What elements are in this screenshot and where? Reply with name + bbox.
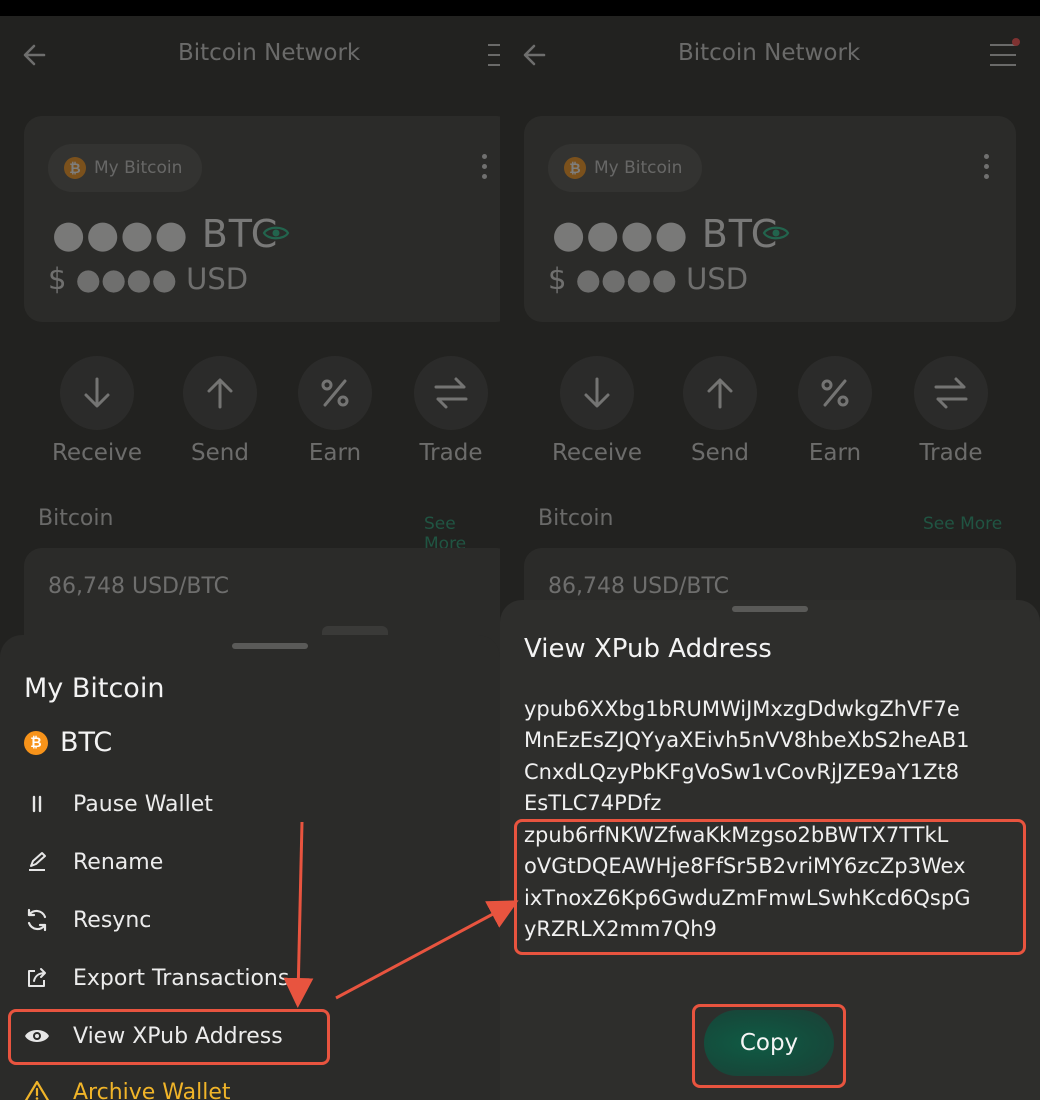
earn-button[interactable]: Earn: [285, 356, 385, 466]
wallet-card: ₿ My Bitcoin ●●●● BTC $ ●●●● USD: [24, 116, 500, 322]
ypub-line: EsTLC74PDfz: [524, 791, 662, 816]
sheet-title: My Bitcoin: [24, 673, 165, 704]
trade-button[interactable]: Trade: [401, 356, 500, 466]
export-icon: [24, 965, 50, 991]
ypub-line: CnxdLQzyPbKFgVoSw1vCovRjJZE9aY1Zt8: [524, 759, 960, 784]
bitcoin-coin-icon: ₿: [24, 730, 48, 755]
wallet-chip-label: My Bitcoin: [94, 158, 183, 178]
see-more-link[interactable]: See More: [923, 514, 1002, 534]
wallet-chip[interactable]: ₿ My Bitcoin: [548, 144, 703, 192]
copy-highlight-box: [692, 1004, 846, 1088]
ypub-line: MnEzEsZJQYyaXEivh5nVV8hbeXbS2heAB1: [524, 728, 970, 753]
pencil-icon: [24, 849, 50, 875]
more-options-icon[interactable]: [482, 154, 488, 184]
balance-btc: ●●●● BTC: [52, 212, 279, 256]
notification-dot: [1012, 38, 1020, 46]
swap-icon: [414, 356, 488, 430]
receive-label: Receive: [51, 440, 143, 466]
menu-item-export-transactions[interactable]: Export Transactions: [0, 953, 500, 1003]
hamburger-menu-icon[interactable]: [488, 44, 500, 68]
earn-label: Earn: [308, 440, 362, 466]
wallet-chip-label: My Bitcoin: [594, 158, 683, 178]
bitcoin-coin-icon: ₿: [564, 157, 586, 179]
pause-icon: [24, 791, 50, 817]
menu-item-archive-wallet[interactable]: Archive Wallet: [0, 1067, 500, 1100]
zpub-highlight-box: [514, 819, 1026, 955]
warning-icon: [24, 1079, 50, 1100]
show-balance-eye-icon[interactable]: [262, 224, 290, 246]
wallet-chip[interactable]: ₿ My Bitcoin: [48, 144, 203, 192]
sheet-drag-handle[interactable]: [232, 643, 308, 649]
more-options-icon[interactable]: [984, 154, 990, 184]
status-bar: [0, 0, 500, 16]
ypub-line: ypub6XXbg1bRUMWiJMxzgDdwkgZhVF7e: [524, 697, 960, 721]
section-title: Bitcoin: [538, 506, 614, 531]
arrow-up-icon: [183, 356, 257, 430]
btc-price: 86,748 USD/BTC: [548, 574, 729, 599]
menu-item-pause-wallet[interactable]: Pause Wallet: [0, 779, 500, 829]
receive-button[interactable]: Receive: [47, 356, 147, 466]
percent-icon: [298, 356, 372, 430]
swap-icon: [914, 356, 988, 430]
percent-icon: [798, 356, 872, 430]
section-title: Bitcoin: [38, 506, 114, 531]
sheet-drag-handle[interactable]: [732, 606, 808, 612]
menu-item-label: Pause Wallet: [73, 791, 213, 817]
sheet-coin-label: BTC: [60, 727, 113, 758]
btc-price: 86,748 USD/BTC: [48, 574, 229, 599]
arrow-up-icon: [683, 356, 757, 430]
sync-icon: [24, 907, 50, 933]
back-arrow-icon[interactable]: [520, 40, 550, 70]
receive-label: Receive: [551, 440, 643, 466]
bitcoin-coin-icon: ₿: [64, 157, 86, 179]
balance-usd: $ ●●●● USD: [548, 262, 749, 296]
send-button[interactable]: Send: [670, 356, 770, 466]
menu-item-label: Archive Wallet: [73, 1079, 231, 1100]
balance-btc: ●●●● BTC: [552, 212, 779, 256]
arrow-down-icon: [560, 356, 634, 430]
wallet-card: ₿ My Bitcoin ●●●● BTC $ ●●●● USD: [524, 116, 1016, 322]
menu-item-resync[interactable]: Resync: [0, 895, 500, 945]
trade-button[interactable]: Trade: [901, 356, 1001, 466]
trade-label: Trade: [419, 440, 483, 466]
left-screen: Bitcoin Network ₿ My Bitcoin ●●●● BTC $ …: [0, 0, 500, 1100]
receive-button[interactable]: Receive: [547, 356, 647, 466]
hamburger-menu-icon[interactable]: [990, 38, 1020, 68]
arrow-down-icon: [60, 356, 134, 430]
ypub-address: ypub6XXbg1bRUMWiJMxzgDdwkgZhVF7e MnEzEsZ…: [524, 694, 1024, 820]
send-button[interactable]: Send: [170, 356, 270, 466]
menu-item-rename[interactable]: Rename: [0, 837, 500, 887]
status-bar: [500, 0, 1040, 16]
menu-item-label: Rename: [73, 849, 164, 875]
view-xpub-highlight-box: [8, 1009, 330, 1065]
back-arrow-icon[interactable]: [20, 40, 50, 70]
earn-button[interactable]: Earn: [785, 356, 885, 466]
earn-label: Earn: [808, 440, 862, 466]
menu-item-label: Export Transactions: [73, 965, 290, 991]
balance-usd: $ ●●●● USD: [48, 262, 249, 296]
page-title: Bitcoin Network: [678, 40, 861, 66]
show-balance-eye-icon[interactable]: [762, 224, 790, 246]
trade-label: Trade: [919, 440, 983, 466]
send-label: Send: [691, 440, 749, 466]
sheet-coin: ₿ BTC: [24, 727, 112, 758]
sheet-title: View XPub Address: [524, 634, 772, 664]
send-label: Send: [191, 440, 249, 466]
menu-item-label: Resync: [73, 907, 152, 933]
page-title: Bitcoin Network: [178, 40, 361, 66]
